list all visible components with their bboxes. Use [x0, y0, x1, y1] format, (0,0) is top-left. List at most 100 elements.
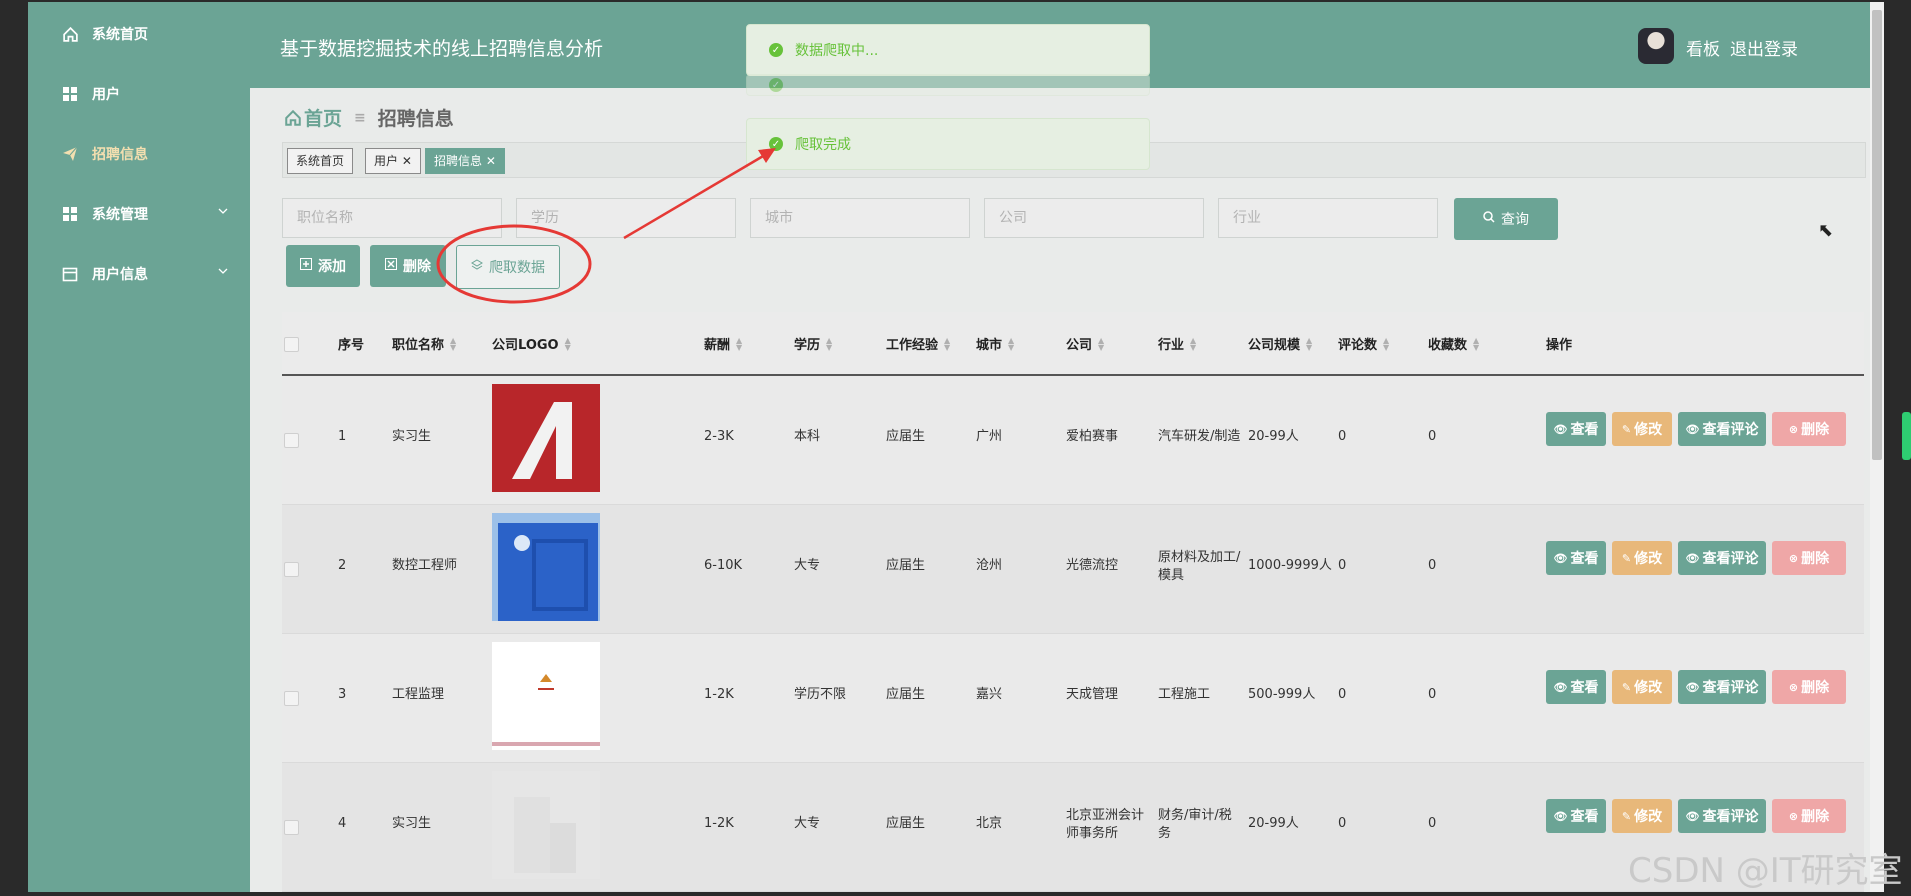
logout-link[interactable]: 退出登录 [1730, 35, 1798, 60]
tag-jobs[interactable]: 招聘信息 ✕ [425, 148, 505, 174]
sort-icon[interactable]: ▲ ▼ [1008, 336, 1014, 351]
sort-icon[interactable]: ▲ ▼ [1306, 336, 1312, 351]
sort-icon[interactable]: ▲ ▼ [1383, 336, 1389, 351]
position-name-input[interactable] [282, 198, 502, 238]
city-input[interactable] [750, 198, 970, 238]
row-checkbox[interactable] [284, 691, 299, 706]
sort-icon[interactable]: ▲ ▼ [1190, 336, 1196, 351]
cell-city: 北京 [976, 816, 1003, 831]
crawl-data-button[interactable]: 爬取数据 [456, 245, 560, 289]
select-all-checkbox[interactable] [284, 337, 299, 352]
cell-industry: 汽车研发/制造 [1158, 428, 1240, 446]
cell-exp: 应届生 [886, 429, 926, 444]
sidebar-item-userinfo[interactable]: 用户信息 [28, 250, 250, 298]
cell-line: 原材料及加工/ [1158, 550, 1241, 565]
sidebar-item-home[interactable]: 系统首页 [28, 10, 250, 58]
cell-no: 4 [338, 816, 347, 831]
col-header[interactable]: 学历 ▲ ▼ [794, 334, 832, 353]
tag-home[interactable]: 系统首页 [287, 148, 354, 174]
app-title: 基于数据挖掘技术的线上招聘信息分析 [280, 38, 604, 60]
bulk-delete-button[interactable]: 删除 [370, 245, 446, 287]
cell-no: 1 [338, 429, 347, 444]
cell-line: 爱柏赛事 [1066, 429, 1119, 444]
view-comments-button[interactable]: 👁 查看评论 [1678, 670, 1766, 704]
view-button[interactable]: 👁 查看 [1546, 799, 1606, 833]
col-header[interactable]: 公司 ▲ ▼ [1066, 334, 1104, 353]
tag-users[interactable]: 用户 ✕ [365, 148, 421, 174]
col-header: 序号 [338, 338, 365, 353]
sort-icon[interactable]: ▲ ▼ [826, 336, 832, 351]
sidebar-item-system[interactable]: 系统管理 [28, 190, 250, 238]
grid-icon [60, 84, 80, 104]
col-header[interactable]: 薪酬 ▲ ▼ [704, 334, 742, 353]
action-label: 查看 [1570, 680, 1599, 696]
edit-icon: ✎ [1621, 422, 1632, 436]
sort-icon[interactable]: ▲ ▼ [736, 336, 742, 351]
col-header[interactable]: 收藏数 ▲ ▼ [1428, 334, 1479, 353]
eye-icon: 👁 [1553, 809, 1568, 823]
action-label: 查看评论 [1702, 551, 1759, 567]
delete-button[interactable]: ⊗ 删除 [1772, 799, 1846, 833]
sort-icon[interactable]: ▲ ▼ [565, 336, 571, 351]
breadcrumb-home[interactable]: 首页 [304, 104, 342, 131]
row-checkbox[interactable] [284, 433, 299, 448]
delete-button[interactable]: ⊗ 删除 [1772, 541, 1846, 575]
col-header[interactable]: 行业 ▲ ▼ [1158, 334, 1196, 353]
cell-city: 广州 [976, 429, 1003, 444]
avatar[interactable] [1638, 28, 1674, 64]
edit-button[interactable]: ✎ 修改 [1612, 412, 1672, 446]
cell-no: 2 [338, 558, 347, 573]
col-header[interactable]: 职位名称 ▲ ▼ [392, 334, 456, 353]
cell-line: 工程施工 [1158, 687, 1211, 702]
company-logo [492, 384, 600, 492]
edit-button[interactable]: ✎ 修改 [1612, 541, 1672, 575]
sort-icon[interactable]: ▲ ▼ [1098, 336, 1104, 351]
col-header: 操作 [1546, 338, 1573, 353]
cell-size: 20-99人 [1248, 816, 1299, 831]
query-button[interactable]: 查询 [1454, 198, 1558, 240]
edit-button[interactable]: ✎ 修改 [1612, 670, 1672, 704]
table-row: 4 实习生 1-2K 大专 应届生 北京 北京亚洲会计 师事务所 财务/审计/税务 20-99人 0… [282, 763, 1864, 892]
company-input[interactable] [984, 198, 1204, 238]
cell-salary: 1-2K [704, 816, 734, 831]
cell-salary: 2-3K [704, 429, 734, 444]
cell-exp: 应届生 [886, 558, 926, 573]
col-header[interactable]: 城市 ▲ ▼ [976, 334, 1014, 353]
plus-square-icon [300, 258, 312, 274]
education-input[interactable] [516, 198, 736, 238]
industry-input[interactable] [1218, 198, 1438, 238]
sort-icon[interactable]: ▲ ▼ [450, 336, 456, 351]
scrollbar-thumb[interactable] [1872, 10, 1882, 460]
view-comments-button[interactable]: 👁 查看评论 [1678, 799, 1766, 833]
col-header[interactable]: 工作经验 ▲ ▼ [886, 334, 950, 353]
view-button[interactable]: 👁 查看 [1546, 670, 1606, 704]
view-comments-button[interactable]: 👁 查看评论 [1678, 412, 1766, 446]
cell-favs: 0 [1428, 816, 1437, 831]
close-icon[interactable]: ✕ [402, 154, 412, 168]
delete-button[interactable]: ⊗ 删除 [1772, 670, 1846, 704]
sort-icon[interactable]: ▲ ▼ [1473, 336, 1479, 351]
table-header: 序号 职位名称 ▲ ▼ 公司LOGO ▲ ▼ 薪酬 ▲ ▼ 学历 ▲ ▼ 工作经验 ▲ ▼ 城市 ▲ ▼… [282, 312, 1864, 376]
view-button[interactable]: 👁 查看 [1546, 412, 1606, 446]
cell-city: 沧州 [976, 558, 1003, 573]
row-checkbox[interactable] [284, 820, 299, 835]
edit-button[interactable]: ✎ 修改 [1612, 799, 1672, 833]
close-icon[interactable]: ✕ [486, 154, 496, 168]
breadcrumb: 首页 ≡ 招聘信息 [284, 104, 454, 131]
action-label: 删除 [1801, 422, 1830, 438]
add-button[interactable]: 添加 [286, 245, 360, 287]
action-label: 修改 [1634, 422, 1663, 438]
col-header[interactable]: 公司LOGO ▲ ▼ [492, 334, 571, 353]
delete-button[interactable]: ⊗ 删除 [1772, 412, 1846, 446]
cell-size: 20-99人 [1248, 429, 1299, 444]
tag-label: 用户 [374, 154, 399, 168]
sidebar-item-users[interactable]: 用户 [28, 70, 250, 118]
dashboard-link[interactable]: 看板 [1686, 35, 1720, 60]
sidebar-item-jobs[interactable]: 招聘信息 [28, 130, 250, 178]
row-checkbox[interactable] [284, 562, 299, 577]
col-header[interactable]: 评论数 ▲ ▼ [1338, 334, 1389, 353]
col-header[interactable]: 公司规模 ▲ ▼ [1248, 334, 1312, 353]
view-button[interactable]: 👁 查看 [1546, 541, 1606, 575]
view-comments-button[interactable]: 👁 查看评论 [1678, 541, 1766, 575]
sort-icon[interactable]: ▲ ▼ [944, 336, 950, 351]
